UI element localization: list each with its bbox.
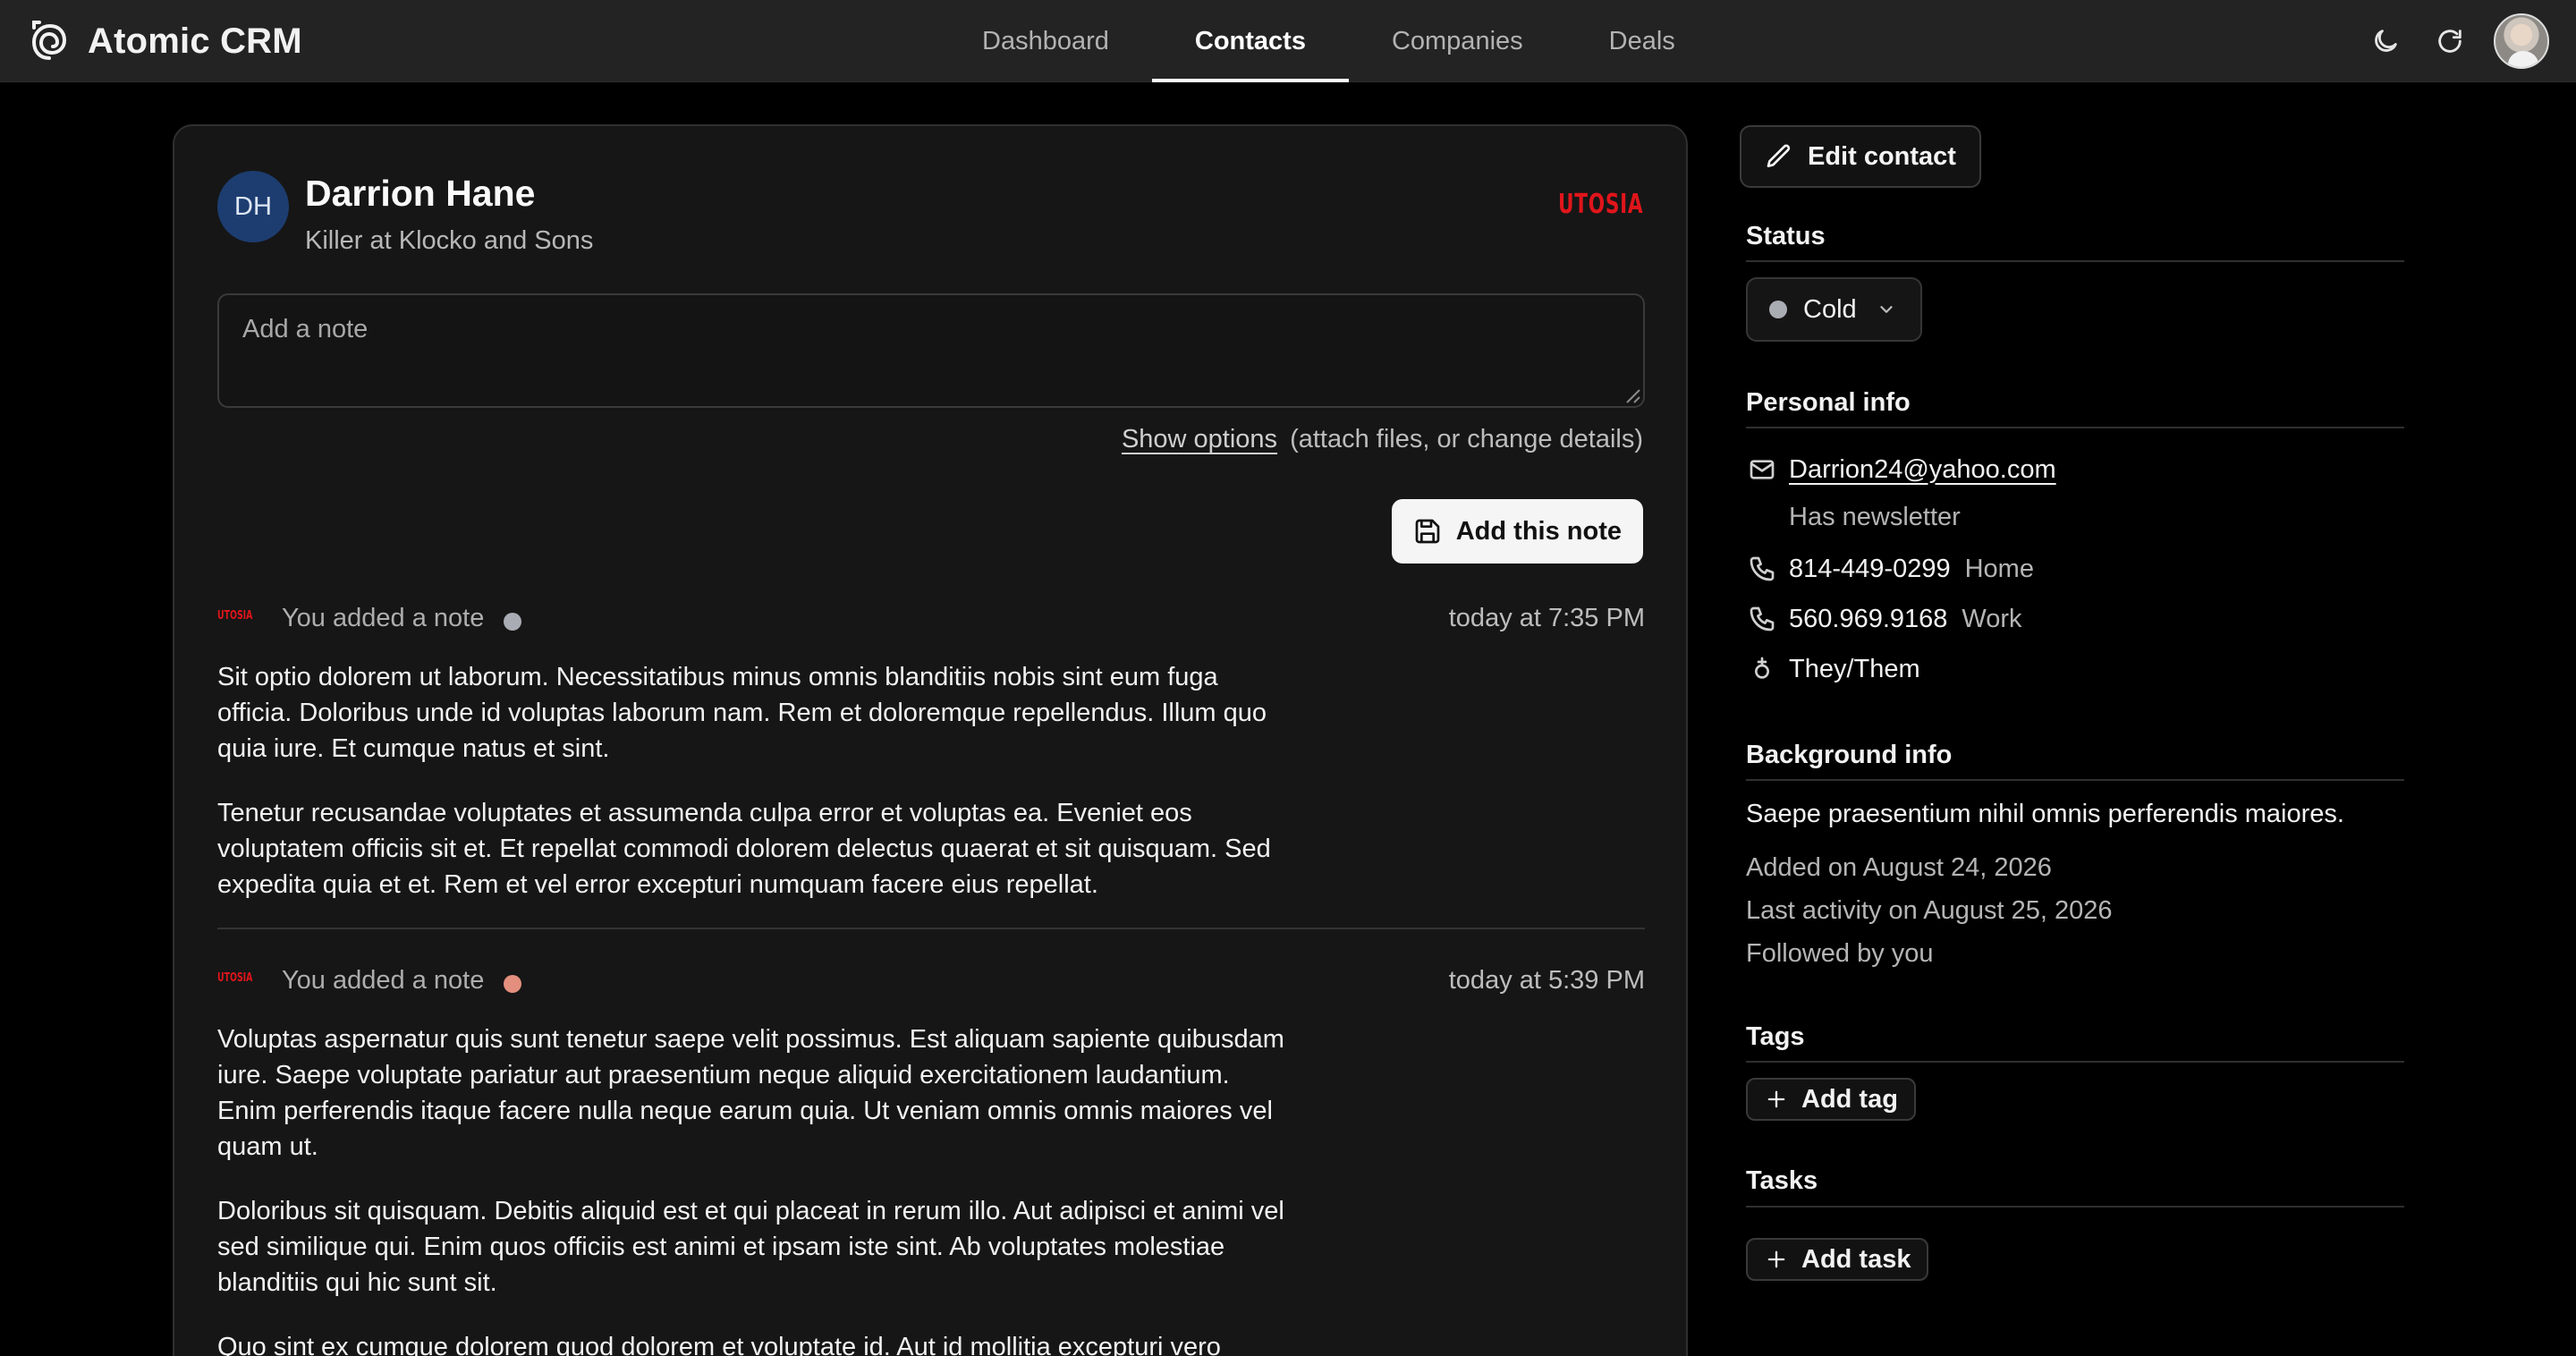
note-time: today at 7:35 PM — [1448, 604, 1645, 632]
email-row: Darrion24@yahoo.com — [1746, 452, 2056, 487]
background-info-title: Background info — [1746, 741, 1953, 769]
save-icon — [1415, 519, 1440, 544]
tasks-title: Tasks — [1746, 1166, 1818, 1195]
note-paragraph: Doloribus sit quisquam. Debitis aliquid … — [217, 1197, 1284, 1297]
added-date: Added on August 24, 2026 — [1746, 853, 2052, 882]
options-hint: (attach files, or change details) — [1290, 425, 1643, 453]
section-divider — [1746, 260, 2404, 262]
chevron-down-icon — [1880, 306, 1893, 313]
status-title: Status — [1746, 222, 1826, 250]
personal-info-title: Personal info — [1746, 388, 1911, 417]
note-divider — [217, 928, 1645, 929]
note-header: UTOSIA You added a note today at 7:35 PM — [217, 602, 1645, 638]
refresh-icon — [2438, 30, 2462, 53]
add-note-label: Add this note — [1455, 516, 1622, 546]
note-input[interactable] — [217, 293, 1645, 408]
user-avatar[interactable] — [2494, 13, 2549, 69]
section-divider — [1746, 779, 2404, 781]
pronouns: They/Them — [1789, 654, 1920, 683]
section-divider — [1746, 1206, 2404, 1208]
phone-number[interactable]: 560.969.9168 — [1789, 605, 1947, 634]
atomic-logo-icon — [31, 21, 67, 60]
status-select[interactable]: Cold — [1746, 277, 1922, 342]
phone-icon — [1746, 603, 1778, 635]
mail-icon — [1746, 453, 1778, 486]
add-tag-button[interactable]: Add tag — [1746, 1078, 1916, 1121]
phone-row: 814-449-0299 Home — [1746, 551, 2034, 587]
tab-companies[interactable]: Companies — [1349, 0, 1566, 82]
note-header: UTOSIA You added a note today at 5:39 PM — [217, 964, 1645, 1000]
show-options-link[interactable]: Show options — [1122, 425, 1277, 454]
note-options-row: Show options (attach files, or change de… — [1122, 425, 1643, 454]
note-time: today at 5:39 PM — [1448, 966, 1645, 995]
section-divider — [1746, 1061, 2404, 1063]
pencil-icon — [1767, 144, 1791, 167]
note-paragraph: Voluptas aspernatur quis sunt tenetur sa… — [217, 1025, 1284, 1161]
phone-type: Home — [1964, 554, 2034, 583]
pronouns-row: They/Them — [1746, 651, 1920, 687]
edit-contact-label: Edit contact — [1808, 141, 1956, 171]
add-note-button[interactable]: Add this note — [1391, 499, 1643, 564]
status-value: Cold — [1803, 294, 1857, 324]
resize-grip-icon[interactable] — [1620, 383, 1641, 404]
note-author: You added a note — [282, 604, 485, 632]
note-status-dot — [504, 975, 521, 993]
top-actions — [2347, 11, 2549, 72]
followed-status: Followed by you — [1746, 939, 1934, 968]
email-link[interactable]: Darrion24@yahoo.com — [1789, 455, 2056, 485]
note-status-dot — [504, 613, 521, 631]
tab-contacts[interactable]: Contacts — [1151, 0, 1350, 82]
add-task-label: Add task — [1801, 1244, 1911, 1274]
contact-name: Darrion Hane — [305, 173, 536, 214]
main-nav: Dashboard Contacts Companies Deals — [939, 0, 1718, 82]
tab-dashboard[interactable]: Dashboard — [939, 0, 1152, 82]
person-icon — [1746, 653, 1778, 685]
plus-icon — [1767, 1250, 1785, 1268]
note-item: UTOSIA You added a note today at 5:39 PM… — [217, 964, 1645, 1356]
note-paragraph: Tenetur recusandae voluptates et assumen… — [217, 799, 1271, 899]
tab-deals[interactable]: Deals — [1566, 0, 1718, 82]
plus-icon — [1767, 1090, 1785, 1108]
note-paragraph: Sit optio dolorem ut laborum. Necessitat… — [217, 663, 1267, 763]
phone-type: Work — [1962, 604, 2022, 633]
note-body: Sit optio dolorem ut laborum. Necessitat… — [217, 659, 1291, 931]
note-item: UTOSIA You added a note today at 7:35 PM… — [217, 602, 1645, 899]
tags-title: Tags — [1746, 1022, 1805, 1051]
add-task-button[interactable]: Add task — [1746, 1238, 1929, 1281]
theme-toggle-button[interactable] — [2360, 15, 2411, 67]
last-activity: Last activity on August 25, 2026 — [1746, 896, 2113, 925]
note-body: Voluptas aspernatur quis sunt tenetur sa… — [217, 1021, 1291, 1356]
contact-job-title: Killer at Klocko and Sons — [305, 226, 594, 255]
section-divider — [1746, 427, 2404, 428]
note-company-logo: UTOSIA — [217, 609, 253, 623]
newsletter-status: Has newsletter — [1789, 503, 1961, 531]
edit-contact-button[interactable]: Edit contact — [1740, 125, 1981, 188]
phone-icon — [1746, 553, 1778, 585]
add-tag-label: Add tag — [1801, 1084, 1898, 1114]
note-company-logo: UTOSIA — [217, 971, 253, 985]
refresh-button[interactable] — [2424, 15, 2476, 67]
contact-avatar: DH — [217, 171, 289, 242]
status-dot — [1769, 301, 1787, 318]
note-paragraph: Quo sint ex cumque dolorem quod dolorem … — [217, 1333, 1221, 1356]
contact-card: DH Darrion Hane Killer at Klocko and Son… — [173, 124, 1688, 1356]
background-text: Saepe praesentium nihil omnis perferendi… — [1746, 800, 2344, 828]
brand[interactable]: Atomic CRM — [27, 18, 302, 64]
phone-row: 560.969.9168 Work — [1746, 601, 2022, 637]
phone-number[interactable]: 814-449-0299 — [1789, 555, 1951, 584]
moon-icon — [2375, 30, 2397, 52]
note-author: You added a note — [282, 966, 485, 995]
company-logo[interactable]: UTOSIA — [1558, 189, 1643, 220]
top-bar: Atomic CRM Dashboard Contacts Companies … — [0, 0, 2576, 82]
app-name: Atomic CRM — [88, 21, 302, 61]
